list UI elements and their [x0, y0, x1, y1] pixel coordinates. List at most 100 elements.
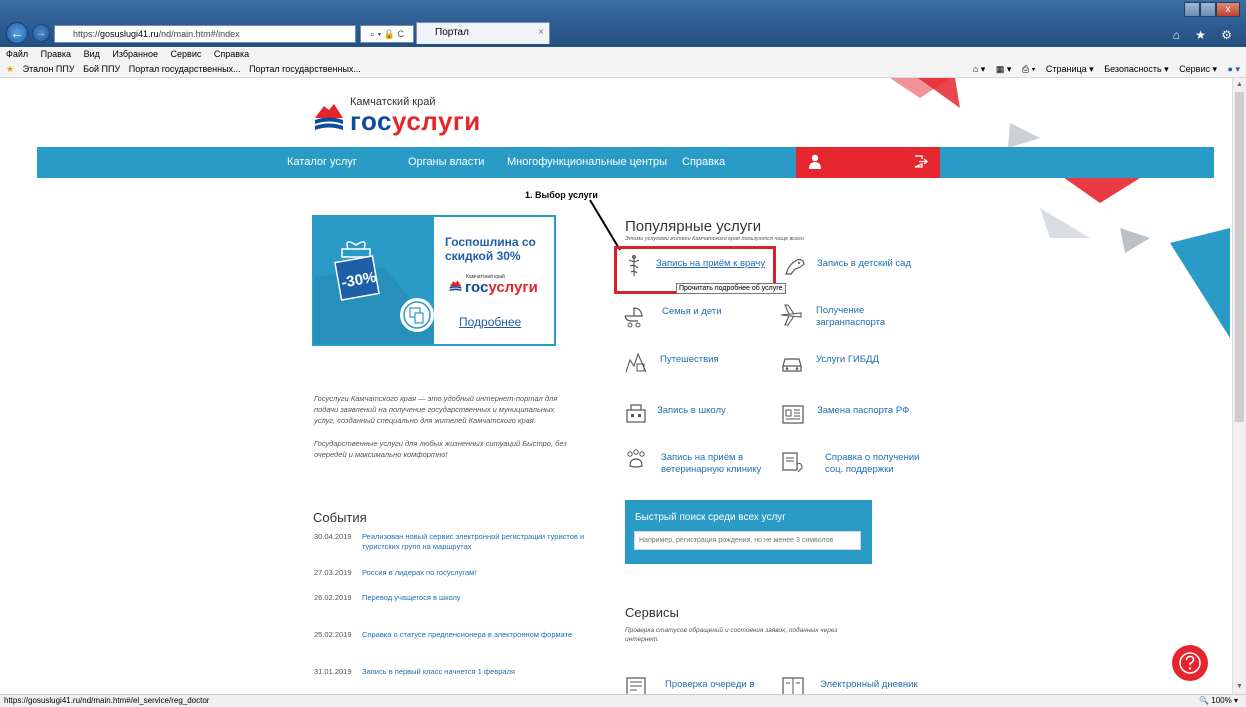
favorite-link[interactable]: Портал государственных... — [249, 64, 361, 74]
minimize-button[interactable] — [1184, 2, 1200, 17]
kindergarten-icon — [785, 258, 805, 275]
favorites-star-icon[interactable]: ★ — [6, 64, 14, 74]
command-bar: ⌂ ▾ ▦ ▾ ⎙ ▾ Страница ▾ Безопасность ▾ Се… — [965, 61, 1240, 78]
help-question-icon — [1179, 652, 1201, 674]
gift-discount-illustration: -30% — [314, 217, 434, 344]
logo-volcano-icon — [449, 280, 462, 292]
stroller-icon — [624, 307, 643, 328]
menu-favorites[interactable]: Избранное — [112, 49, 158, 59]
cmd-security[interactable]: Безопасность ▾ — [1104, 64, 1168, 74]
page-scrollbar[interactable]: ▲ ▼ — [1232, 78, 1246, 694]
logo-volcano-icon — [315, 104, 343, 130]
decorative-shapes — [890, 78, 950, 98]
travel-icon — [625, 352, 647, 373]
site-logo[interactable]: Камчатский край госуслуги — [312, 94, 512, 138]
passport-icon — [782, 405, 804, 424]
event-date: 31.01.2019 — [314, 667, 352, 676]
event-link[interactable]: Справка о статусе предпенсионера в элект… — [362, 630, 592, 640]
paw-icon — [627, 449, 645, 468]
nav-mfc[interactable]: Многофункциональные центры — [507, 156, 667, 168]
service-label[interactable]: Запись в детский сад — [817, 258, 947, 270]
event-date: 27.03.2019 — [314, 568, 352, 577]
scroll-up-icon[interactable]: ▲ — [1235, 80, 1244, 90]
menu-edit[interactable]: Правка — [41, 49, 71, 59]
service-label[interactable]: Проверка очереди в — [665, 679, 795, 691]
favorite-link[interactable]: Эталон ППУ — [23, 64, 75, 74]
event-date: 25.02.2019 — [314, 630, 352, 639]
address-bar[interactable]: https://gosuslugi41.ru/nd/main.htm#/inde… — [54, 25, 356, 43]
event-link[interactable]: Россия в лидерах по госуслугам! — [362, 568, 592, 578]
help-circle-icon[interactable]: ● ▾ — [1228, 64, 1240, 74]
service-label[interactable]: Путешествия — [660, 354, 790, 366]
popular-services-title: Популярные услуги — [625, 218, 762, 235]
zoom-level[interactable]: 🔍 100% ▾ — [1199, 695, 1238, 707]
portal-description: Госуслуги Камчатского края — это удобный… — [314, 393, 576, 472]
url-path: /nd/main.htm#/index — [158, 29, 240, 39]
service-label[interactable]: Запись в школу — [657, 405, 787, 417]
cmd-tools[interactable]: Сервис ▾ — [1179, 64, 1217, 74]
tab-close-icon[interactable]: × — [538, 23, 544, 43]
nav-help[interactable]: Справка — [682, 156, 725, 168]
window-controls: x — [1184, 2, 1242, 18]
forward-arrow-icon: → — [35, 27, 47, 39]
close-window-button[interactable]: x — [1216, 2, 1240, 17]
status-url: https://gosuslugi41.ru/nd/main.htm#/el_s… — [4, 696, 210, 705]
banner-title: Госпошлина со скидкой 30% — [445, 235, 536, 263]
favorite-link[interactable]: Бой ППУ — [83, 64, 120, 74]
school-icon — [626, 404, 646, 423]
browser-tab[interactable]: Портал государственных ... × — [416, 22, 550, 58]
logo-brand: госуслуги — [350, 106, 481, 136]
forward-button[interactable]: → — [32, 24, 50, 42]
user-icon[interactable] — [809, 154, 821, 169]
browser-right-icons[interactable]: ⌂ ★ ⚙ — [1173, 28, 1238, 42]
banner-logo-brand: госуслуги — [465, 279, 538, 296]
service-tooltip: Прочитать подробнее об услуге — [676, 283, 786, 294]
menu-bar: Файл Правка Вид Избранное Сервис Справка — [0, 47, 1246, 61]
print-icon[interactable]: ⎙ ▾ — [1022, 64, 1035, 74]
popular-services-subtitle: Этими услугами жители Камчатского края п… — [625, 236, 804, 242]
banner-logo: Камчатский край госуслуги — [448, 274, 554, 302]
menu-tools[interactable]: Сервис — [171, 49, 202, 59]
maximize-button[interactable] — [1200, 2, 1216, 17]
home-icon[interactable]: ⌂ ▾ — [973, 64, 985, 74]
cmd-page[interactable]: Страница ▾ — [1046, 64, 1094, 74]
nav-authorities[interactable]: Органы власти — [408, 156, 484, 168]
address-tools[interactable]: ⌕ ▾ 🔒 C — [360, 25, 414, 43]
description-paragraph: Государственные услуги для любых жизненн… — [314, 439, 567, 459]
quick-search-panel: Быстрый поиск среди всех услуг — [625, 500, 872, 564]
main-navbar: Каталог услуг Органы власти Многофункцио… — [37, 147, 1214, 178]
help-button[interactable] — [1172, 645, 1208, 681]
event-date: 30.04.2019 — [314, 532, 352, 541]
service-label[interactable]: Справка о получении соц. поддержки — [825, 452, 935, 476]
social-support-icon — [782, 452, 803, 473]
logout-icon[interactable] — [914, 155, 928, 168]
service-label[interactable]: Услуги ГИБДД — [816, 354, 946, 366]
event-link[interactable]: Запись в первый класс начнется 1 февраля — [362, 667, 592, 677]
promo-banner[interactable]: -30% Госпошлина со скидкой 30% Камчатски… — [312, 215, 556, 346]
service-label[interactable]: Получение загранпаспорта — [816, 305, 906, 329]
user-panel[interactable] — [796, 147, 940, 178]
events-title: События — [313, 510, 367, 525]
event-link[interactable]: Реализован новый сервис электронной реги… — [362, 532, 592, 552]
quick-search-input[interactable] — [634, 531, 861, 550]
description-paragraph: Госуслуги Камчатского края — это удобный… — [314, 394, 558, 425]
event-date: 26.02.2019 — [314, 593, 352, 602]
banner-more-link[interactable]: Подробнее — [459, 315, 521, 329]
scroll-thumb[interactable] — [1235, 92, 1244, 422]
service-label[interactable]: Замена паспорта РФ — [817, 405, 947, 417]
scroll-down-icon[interactable]: ▼ — [1235, 682, 1244, 692]
menu-file[interactable]: Файл — [6, 49, 28, 59]
quick-search-title: Быстрый поиск среди всех услуг — [635, 512, 786, 523]
back-arrow-icon: ← — [10, 25, 24, 41]
service-label[interactable]: Семья и дети — [662, 306, 792, 318]
favorite-link[interactable]: Портал государственных... — [129, 64, 241, 74]
service-label[interactable]: Запись на приём в ветеринарную клинику — [661, 452, 771, 476]
nav-catalog[interactable]: Каталог услуг — [287, 156, 357, 168]
rss-icon[interactable]: ▦ ▾ — [996, 64, 1012, 74]
browser-titlebar: ← → https://gosuslugi41.ru/nd/main.htm#/… — [0, 0, 1246, 58]
menu-help[interactable]: Справка — [214, 49, 249, 59]
service-label[interactable]: Электронный дневник — [820, 679, 950, 691]
event-link[interactable]: Перевод учащегося в школу — [362, 593, 592, 603]
back-button[interactable]: ← — [6, 22, 28, 44]
menu-view[interactable]: Вид — [84, 49, 100, 59]
